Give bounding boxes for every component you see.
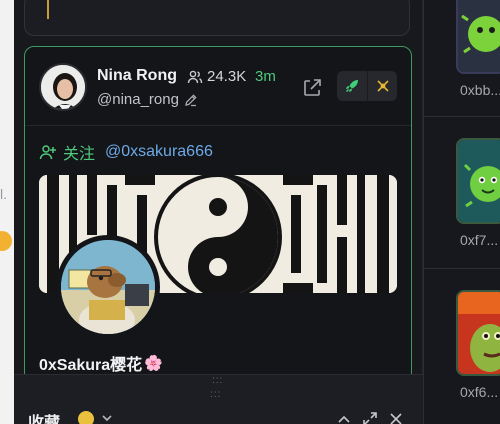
background-page-text: l. bbox=[0, 186, 7, 202]
emoji-icon bbox=[0, 231, 12, 251]
drawer-resize-handle[interactable]: ::: bbox=[212, 375, 223, 386]
background-page-sliver: l. bbox=[0, 0, 14, 424]
chevron-down-icon[interactable] bbox=[100, 411, 114, 424]
followers-value: 24.3K bbox=[207, 68, 247, 85]
profile-handle: @nina_rong bbox=[97, 91, 198, 108]
followed-profile-name-text: 0xSakura樱花 bbox=[39, 357, 143, 374]
edit-icon[interactable] bbox=[184, 93, 198, 107]
card-accent-bar bbox=[47, 0, 49, 19]
drawer-title: 收藏 bbox=[28, 415, 61, 424]
drawer-drag-handle[interactable]: ::: bbox=[210, 389, 221, 400]
account-age: 3m bbox=[255, 68, 276, 85]
token-address[interactable]: 0xf7... bbox=[460, 232, 498, 248]
previous-feed-card[interactable] bbox=[24, 0, 410, 36]
follow-event: 关注 @0xsakura666 bbox=[39, 140, 213, 164]
list-divider bbox=[424, 268, 500, 269]
followed-profile-avatar[interactable] bbox=[56, 235, 160, 339]
chevron-up-icon[interactable] bbox=[336, 411, 352, 424]
follow-verb: 关注 bbox=[63, 146, 96, 163]
token-address[interactable]: 0xf6... bbox=[460, 384, 498, 400]
card-divider bbox=[25, 125, 411, 126]
quick-actions bbox=[337, 71, 397, 101]
follow-target-link[interactable]: @0xsakura666 bbox=[105, 143, 213, 161]
feed-panel: Nina Rong 24.3K 3m @nina_rong 关注 @0xsaku… bbox=[14, 0, 423, 424]
followed-profile-name[interactable]: 0xSakura樱花 🌸 bbox=[39, 351, 163, 375]
token-thumbnail[interactable] bbox=[456, 138, 500, 224]
profile-name[interactable]: Nina Rong bbox=[97, 67, 177, 85]
token-thumbnail[interactable] bbox=[456, 0, 500, 74]
expand-icon[interactable] bbox=[362, 411, 378, 424]
user-plus-icon bbox=[39, 145, 56, 160]
token-address[interactable]: 0xbb... bbox=[460, 82, 500, 98]
rocket-icon bbox=[346, 80, 358, 92]
close-icon[interactable] bbox=[388, 411, 404, 424]
app-root: l. Nina Rong 24.3K 3m @nina_rong 关注 @0xs… bbox=[0, 0, 500, 424]
sword-icon bbox=[376, 80, 389, 92]
external-link-icon[interactable] bbox=[301, 77, 323, 99]
list-divider bbox=[424, 116, 500, 117]
handle-text[interactable]: @nina_rong bbox=[97, 91, 179, 108]
token-list-column: 0xbb... 0xf7... 0xf6... bbox=[423, 0, 500, 424]
feed-card[interactable]: Nina Rong 24.3K 3m @nina_rong 关注 @0xsaku… bbox=[24, 46, 412, 386]
cherry-blossom-icon: 🌸 bbox=[144, 355, 163, 372]
followers-count: 24.3K bbox=[187, 68, 246, 85]
user-group-icon bbox=[187, 70, 203, 83]
favorites-drawer: ::: ::: 收藏 bbox=[14, 374, 423, 424]
coin-icon[interactable] bbox=[78, 411, 94, 424]
token-thumbnail[interactable] bbox=[456, 290, 500, 376]
avatar[interactable] bbox=[39, 63, 87, 111]
quick-buy-button[interactable] bbox=[337, 71, 367, 101]
quick-sell-button[interactable] bbox=[367, 71, 397, 101]
